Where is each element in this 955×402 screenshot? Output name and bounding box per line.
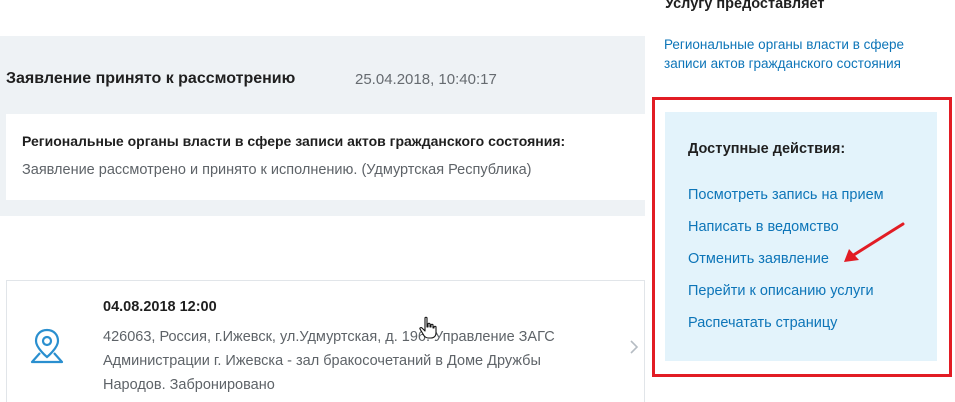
status-organization: Региональные органы власти в сфере запис… xyxy=(22,133,566,149)
status-timestamp: 25.04.2018, 10:40:17 xyxy=(355,71,497,88)
appointment-date: 04.08.2018 12:00 xyxy=(103,299,217,315)
provider-link[interactable]: Региональные органы власти в сфере запис… xyxy=(664,35,949,73)
status-title: Заявление принято к рассмотрению xyxy=(6,70,296,87)
status-details: Региональные органы власти в сфере запис… xyxy=(6,114,645,200)
appointment-address: 426063, Россия, г.Ижевск, ул.Удмуртская,… xyxy=(103,329,555,393)
map-pin-icon xyxy=(30,328,64,364)
provider-heading: Услугу предоставляет xyxy=(665,0,825,12)
chevron-right-icon[interactable] xyxy=(629,339,639,355)
status-card: Заявление принято к рассмотрению 25.04.2… xyxy=(0,36,645,216)
annotation-arrow-icon xyxy=(844,222,905,262)
status-message: Заявление рассмотрено и принято к исполн… xyxy=(22,162,532,178)
appointment-card[interactable]: 04.08.2018 12:00 426063, Россия, г.Ижевс… xyxy=(6,280,645,402)
hand-cursor-icon xyxy=(419,316,437,339)
